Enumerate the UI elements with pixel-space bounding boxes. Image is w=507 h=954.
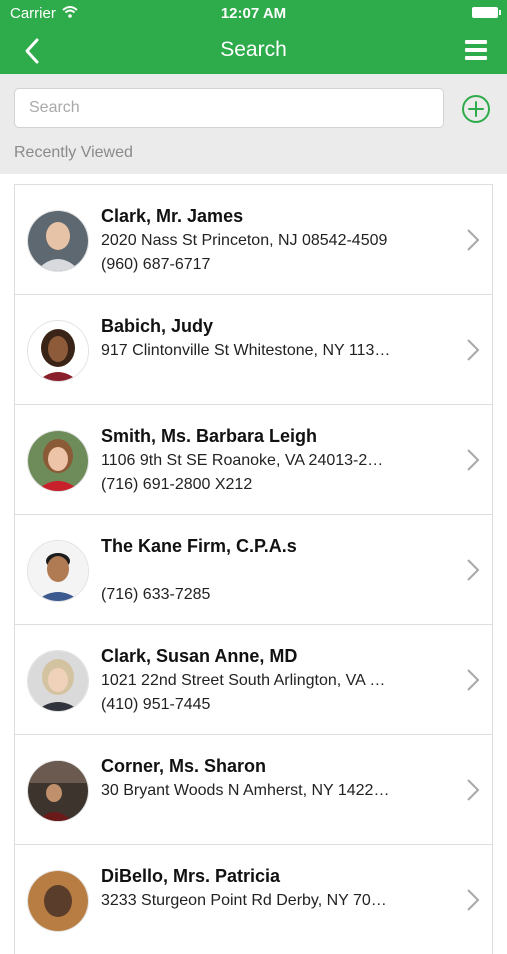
contact-address: 1106 9th St SE Roanoke, VA 24013-2… — [101, 452, 384, 469]
contact-name: Clark, Mr. James — [101, 206, 244, 226]
contact-name: Babich, Judy — [101, 316, 214, 336]
search-input[interactable] — [14, 88, 444, 128]
chevron-right-icon — [467, 449, 480, 471]
contact-address: 1021 22nd Street South Arlington, VA … — [101, 672, 386, 689]
clock: 12:07 AM — [220, 5, 287, 22]
avatar — [27, 430, 89, 492]
contact-name: DiBello, Mrs. Patricia — [101, 866, 281, 886]
contact-name: Clark, Susan Anne, MD — [101, 646, 298, 666]
section-label: Recently Viewed — [14, 144, 133, 161]
chevron-right-icon — [467, 229, 480, 251]
page-title: Search — [220, 38, 287, 61]
contact-row[interactable]: Babich, Judy 917 Clintonville St Whitest… — [14, 294, 493, 404]
avatar — [27, 210, 89, 272]
search-area: Recently Viewed — [0, 74, 507, 174]
avatar — [27, 540, 89, 602]
contact-phone: (716) 691-2800 X212 — [101, 476, 253, 493]
battery-icon — [472, 7, 501, 18]
contact-row[interactable]: Smith, Ms. Barbara Leigh 1106 9th St SE … — [14, 404, 493, 514]
contact-name: Smith, Ms. Barbara Leigh — [101, 426, 318, 446]
contact-row[interactable]: Corner, Ms. Sharon 30 Bryant Woods N Amh… — [14, 734, 493, 844]
avatar — [27, 870, 89, 932]
contact-row[interactable]: Clark, Mr. James 2020 Nass St Princeton,… — [14, 184, 493, 294]
avatar — [27, 760, 89, 822]
contact-phone: (960) 687-6717 — [101, 256, 211, 273]
chevron-right-icon — [467, 779, 480, 801]
contact-row[interactable]: The Kane Firm, C.P.A.s (716) 633-7285 — [14, 514, 493, 624]
contact-row[interactable]: Clark, Susan Anne, MD 1021 22nd Street S… — [14, 624, 493, 734]
chevron-right-icon — [467, 559, 480, 581]
chevron-right-icon — [467, 339, 480, 361]
add-button[interactable] — [461, 94, 491, 124]
contact-address: 30 Bryant Woods N Amherst, NY 1422… — [101, 782, 390, 799]
contact-name: The Kane Firm, C.P.A.s — [101, 536, 297, 556]
contact-address: 3233 Sturgeon Point Rd Derby, NY 70… — [101, 892, 387, 909]
contact-name: Corner, Ms. Sharon — [101, 756, 267, 776]
nav-header: Carrier 12:07 AM Search — [0, 0, 507, 74]
contact-list: Clark, Mr. James 2020 Nass St Princeton,… — [14, 184, 493, 954]
contact-address: 2020 Nass St Princeton, NJ 08542-4509 — [101, 232, 388, 249]
chevron-right-icon — [467, 669, 480, 691]
chevron-right-icon — [467, 889, 480, 911]
contact-phone: (410) 951-7445 — [101, 696, 211, 713]
hamburger-menu-icon[interactable] — [465, 40, 487, 60]
avatar — [27, 650, 89, 712]
status-bar: Carrier 12:07 AM — [0, 0, 507, 28]
contact-row[interactable]: DiBello, Mrs. Patricia 3233 Sturgeon Poi… — [14, 844, 493, 954]
contact-address: 917 Clintonville St Whitestone, NY 113… — [101, 342, 391, 359]
avatar — [27, 320, 89, 382]
contact-phone: (716) 633-7285 — [101, 586, 211, 603]
